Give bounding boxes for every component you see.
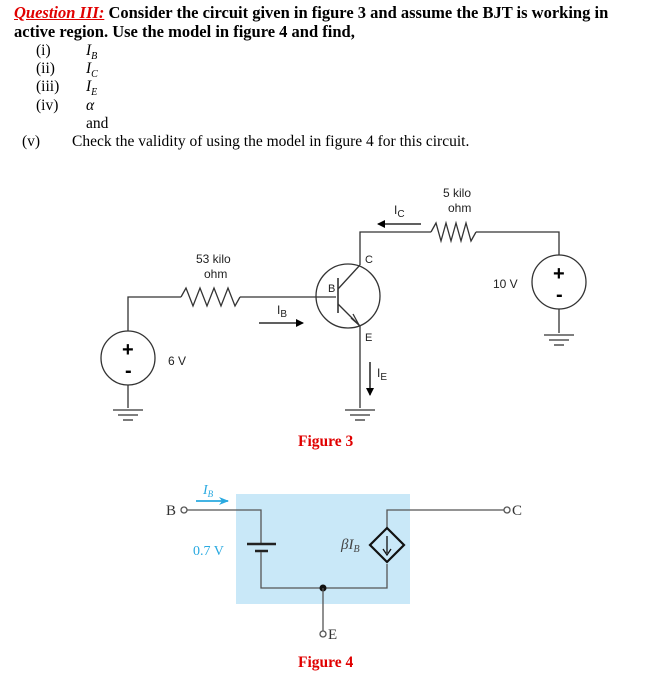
terminal-c — [503, 506, 511, 514]
label-emitter-e: E — [365, 332, 372, 344]
plus-icon: + — [553, 263, 565, 285]
base-wire-left — [127, 296, 181, 331]
label-ib-model: IB — [202, 483, 214, 499]
figure-3-circuit — [100, 220, 587, 421]
label-53k-line1: 53 kilo — [196, 252, 231, 266]
label-collector-c: C — [365, 254, 373, 266]
collector-resistor — [430, 220, 477, 244]
label-53k-line2: ohm — [204, 267, 227, 281]
plus-icon: + — [122, 339, 134, 361]
minus-icon: - — [556, 284, 563, 306]
label-6v: 6 V — [168, 354, 186, 368]
ground-icon — [544, 334, 574, 346]
base-resistor — [180, 286, 241, 308]
bjt-transistor — [315, 263, 381, 329]
figure-4-caption: Figure 4 — [298, 654, 353, 671]
label-base-b: B — [328, 283, 335, 295]
figures-canvas: + - + - 6 V 53 kilo ohm 5 kilo ohm 10 V … — [100, 186, 587, 671]
label-0-7v: 0.7 V — [193, 544, 224, 559]
collector-supply-wire — [476, 231, 560, 255]
label-5k-line2: ohm — [448, 201, 471, 215]
label-terminal-b: B — [166, 503, 176, 519]
terminal-e — [319, 630, 327, 638]
ground-icon — [113, 409, 143, 421]
label-10v: 10 V — [493, 277, 518, 291]
label-ic: IC — [394, 203, 405, 220]
figure-3-caption: Figure 3 — [298, 433, 353, 450]
minus-icon: - — [125, 360, 132, 382]
label-ib: IB — [277, 303, 287, 320]
label-terminal-e: E — [328, 627, 337, 643]
label-terminal-c: C — [512, 503, 522, 519]
terminal-b — [180, 506, 188, 514]
ground-icon — [345, 409, 375, 421]
label-ie: IE — [377, 366, 387, 383]
label-5k-line1: 5 kilo — [443, 186, 471, 200]
